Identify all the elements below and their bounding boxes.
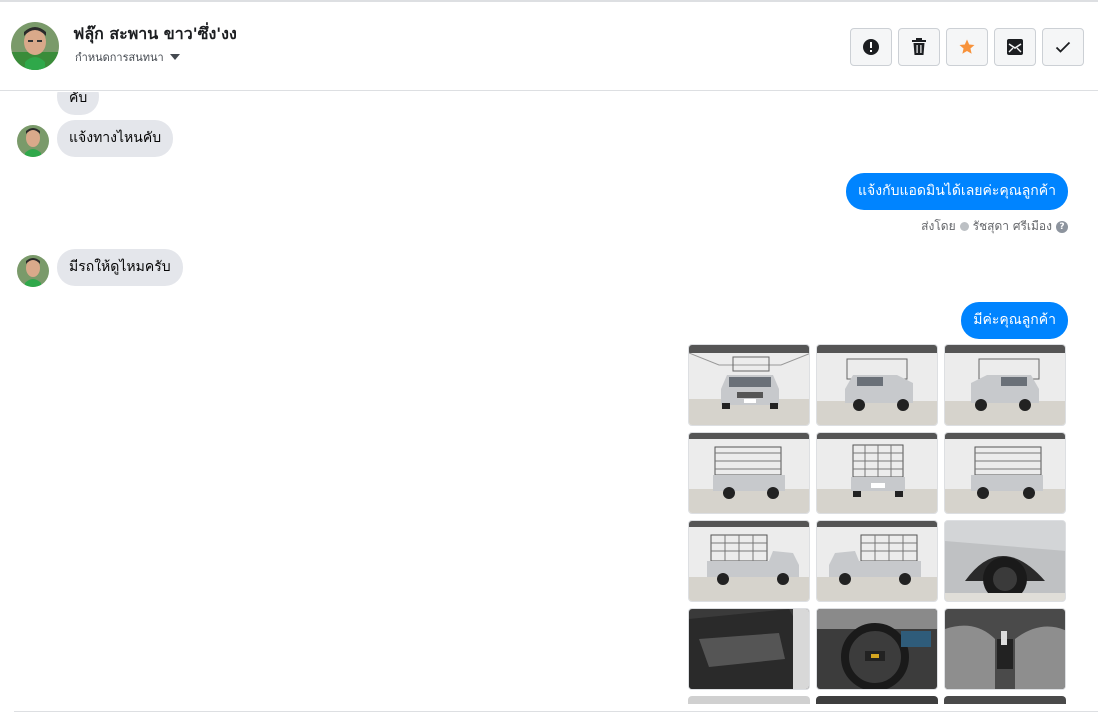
photo-seats[interactable] xyxy=(944,608,1066,690)
mark-unread-button[interactable] xyxy=(994,28,1036,66)
sender-avatar[interactable] xyxy=(17,125,49,157)
photo-partial[interactable] xyxy=(816,696,938,704)
message-incoming[interactable]: คับ xyxy=(57,92,100,115)
photo-truck-front-left[interactable] xyxy=(816,344,938,426)
message-outgoing[interactable]: มีค่ะคุณลูกค้า xyxy=(961,302,1068,339)
photo-partial[interactable] xyxy=(688,696,810,704)
contact-avatar[interactable] xyxy=(11,22,59,70)
photo-truck-rear[interactable] xyxy=(816,432,938,514)
help-icon[interactable]: ? xyxy=(1056,220,1068,233)
trash-icon xyxy=(912,38,926,55)
message-text: แจ้งทางไหนคับ xyxy=(69,130,162,146)
photo-truck-side[interactable] xyxy=(816,520,938,602)
sender-avatar[interactable] xyxy=(17,255,49,287)
report-button[interactable] xyxy=(850,28,892,66)
photo-partial[interactable] xyxy=(944,696,1066,704)
sent-by-info: ส่งโดย รัชสุดา ศรีเมือง ? xyxy=(921,217,1068,236)
envelope-icon xyxy=(1007,39,1023,55)
photo-truck-front-right[interactable] xyxy=(944,344,1066,426)
star-icon xyxy=(959,39,975,54)
header-actions xyxy=(850,28,1084,66)
photo-truck-front[interactable] xyxy=(688,344,810,426)
photo-truck-rear-right[interactable] xyxy=(944,432,1066,514)
photo-attachment-grid xyxy=(688,344,1066,690)
message-outgoing[interactable]: แจ้งกับแอดมินได้เลยค่ะคุณลูกค้า xyxy=(846,173,1068,210)
message-incoming[interactable]: แจ้งทางไหนคับ xyxy=(57,120,174,157)
sent-by-label: ส่งโดย xyxy=(921,219,956,233)
message-thread[interactable]: คับ แจ้งทางไหนคับ แจ้งกับแอดมินได้เลยค่ะ… xyxy=(0,92,1098,714)
contact-name[interactable]: ฟลุ๊ก สะพาน ขาว'ซึ่ง'งง xyxy=(73,22,237,47)
photo-steering-wheel[interactable] xyxy=(816,608,938,690)
status-dot-icon xyxy=(959,222,969,231)
photo-truck-rear-left[interactable] xyxy=(688,432,810,514)
caret-down-icon xyxy=(169,54,180,60)
photo-truck-side[interactable] xyxy=(688,520,810,602)
photo-wheel[interactable] xyxy=(944,520,1066,602)
message-text: คับ xyxy=(69,92,88,106)
conversation-settings-dropdown[interactable]: กำหนดการสนทนา xyxy=(75,48,180,66)
check-icon xyxy=(1055,41,1071,53)
conversation-header: ฟลุ๊ก สะพาน ขาว'ซึ่ง'งง กำหนดการสนทนา xyxy=(0,2,1098,91)
bottom-divider xyxy=(14,711,1098,712)
message-text: แจ้งกับแอดมินได้เลยค่ะคุณลูกค้า xyxy=(858,183,1056,199)
message-text: มีค่ะคุณลูกค้า xyxy=(973,312,1056,328)
delete-button[interactable] xyxy=(898,28,940,66)
message-incoming[interactable]: มีรถให้ดูไหมครับ xyxy=(57,249,183,286)
exclamation-icon xyxy=(863,39,879,55)
sent-by-author[interactable]: รัชสุดา ศรีเมือง xyxy=(973,217,1052,236)
message-text: มีรถให้ดูไหมครับ xyxy=(69,259,171,275)
mark-done-button[interactable] xyxy=(1042,28,1084,66)
conversation-settings-label: กำหนดการสนทนา xyxy=(75,51,164,64)
photo-door-interior[interactable] xyxy=(688,608,810,690)
star-button[interactable] xyxy=(946,28,988,66)
